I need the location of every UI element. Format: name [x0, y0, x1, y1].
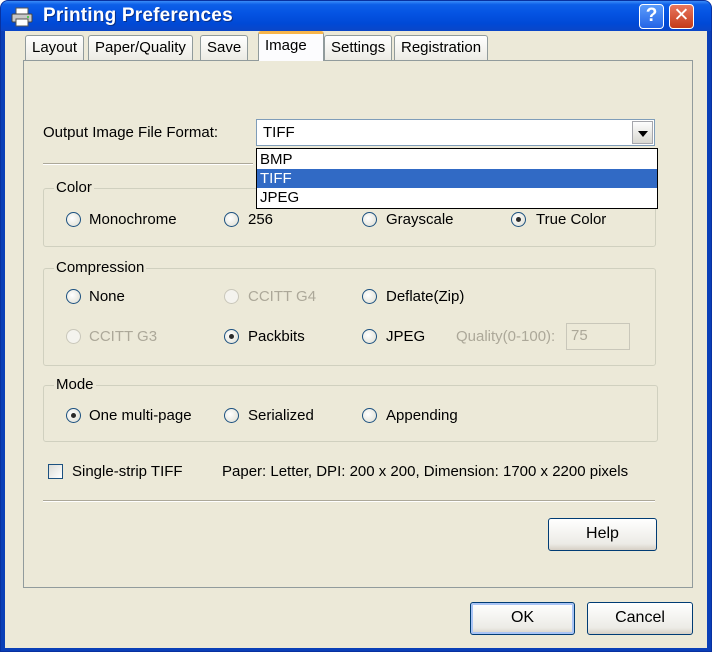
cancel-button[interactable]: Cancel [587, 602, 693, 635]
tab-image[interactable]: Image [258, 31, 324, 61]
radio-label: One multi-page [89, 407, 192, 424]
window-title: Printing Preferences [43, 5, 233, 26]
radio-compression-none[interactable] [66, 289, 81, 304]
radio-compression-ccitt-g3 [66, 329, 81, 344]
quality-input: 75 [566, 323, 630, 350]
title-bar[interactable]: Printing Preferences ? ✕ [1, 1, 711, 31]
output-format-combobox[interactable]: TIFF [256, 119, 655, 146]
close-icon: ✕ [673, 5, 690, 26]
mode-group-title: Mode [54, 376, 96, 393]
radio-dot-icon [516, 217, 521, 222]
single-strip-checkbox[interactable] [48, 464, 63, 479]
tab-save[interactable]: Save [200, 35, 249, 60]
radio-label: CCITT G4 [248, 288, 317, 305]
tab-label: Registration [401, 39, 482, 56]
radio-compression-deflate[interactable] [362, 289, 377, 304]
separator [43, 500, 655, 502]
tab-settings[interactable]: Settings [324, 35, 393, 60]
title-close-button[interactable]: ✕ [669, 4, 694, 29]
radio-dot-icon [71, 413, 76, 418]
radio-mode-one-multi-page[interactable] [66, 408, 81, 423]
radio-label: Grayscale [386, 211, 454, 228]
tab-label: Paper/Quality [95, 39, 186, 56]
dropdown-option-tiff[interactable]: TIFF [257, 169, 657, 188]
radio-color-monochrome[interactable] [66, 212, 81, 227]
radio-mode-serialized[interactable] [224, 408, 239, 423]
compression-groupbox: Compression [43, 259, 656, 366]
radio-label: Appending [386, 407, 458, 424]
radio-label: Deflate(Zip) [386, 288, 465, 305]
radio-color-true-color[interactable] [511, 212, 526, 227]
radio-compression-packbits[interactable] [224, 329, 239, 344]
tab-label: Layout [32, 39, 78, 56]
compression-group-title: Compression [54, 259, 147, 276]
help-button[interactable]: Help [548, 518, 657, 551]
tab-layout[interactable]: Layout [25, 35, 85, 60]
radio-color-256[interactable] [224, 212, 239, 227]
output-format-dropdown-list: BMP TIFF JPEG [256, 148, 658, 209]
dropdown-option-bmp[interactable]: BMP [257, 150, 657, 169]
radio-color-grayscale[interactable] [362, 212, 377, 227]
radio-compression-jpeg[interactable] [362, 329, 377, 344]
printer-icon [11, 7, 33, 27]
radio-label: Packbits [248, 328, 305, 345]
radio-label: CCITT G3 [89, 328, 158, 345]
tab-label: Settings [331, 39, 386, 56]
info-text: Paper: Letter, DPI: 200 x 200, Dimension… [222, 463, 629, 480]
separator [43, 163, 253, 165]
ok-button[interactable]: OK [470, 602, 575, 635]
radio-label: JPEG [386, 328, 426, 345]
quality-label: Quality(0-100): [456, 328, 556, 345]
radio-compression-ccitt-g4 [224, 289, 239, 304]
color-group-title: Color [54, 179, 94, 196]
tab-label: Image [265, 37, 307, 54]
output-format-label: Output Image File Format: [43, 124, 219, 141]
title-help-button[interactable]: ? [639, 4, 664, 29]
tab-registration[interactable]: Registration [394, 35, 489, 60]
tab-paper-quality[interactable]: Paper/Quality [88, 35, 193, 60]
chevron-down-icon[interactable] [632, 121, 653, 144]
radio-label: True Color [536, 211, 607, 228]
help-icon: ? [645, 5, 658, 26]
tab-label: Save [207, 39, 242, 56]
radio-label: Serialized [248, 407, 314, 424]
radio-label: None [89, 288, 125, 305]
output-format-value: TIFF [263, 124, 295, 141]
radio-dot-icon [229, 334, 234, 339]
single-strip-label: Single-strip TIFF [72, 463, 183, 480]
radio-label: 256 [248, 211, 274, 228]
radio-label: Monochrome [89, 211, 177, 228]
radio-mode-appending[interactable] [362, 408, 377, 423]
dropdown-option-jpeg[interactable]: JPEG [257, 188, 657, 207]
